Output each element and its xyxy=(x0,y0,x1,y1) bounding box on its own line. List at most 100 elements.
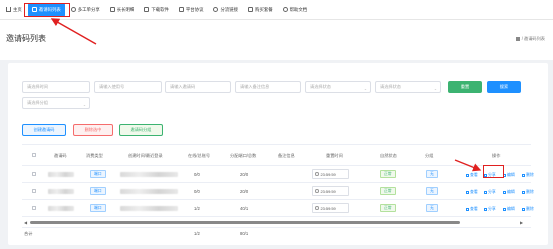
column-header: 备注信息 xyxy=(278,153,295,158)
nav-label: 分流链接 xyxy=(220,6,239,12)
created-time-value xyxy=(120,189,178,194)
highlight-box xyxy=(24,3,70,17)
share-action[interactable]: 分享 xyxy=(484,189,496,195)
filter-status[interactable]: 请选择状态 ⌄ xyxy=(305,81,371,93)
view-action[interactable]: 查看 xyxy=(466,206,478,212)
horizontal-scrollbar[interactable] xyxy=(30,221,460,224)
column-header: 分配端口/总数 xyxy=(230,153,257,158)
online-count: 1/2 xyxy=(194,206,200,211)
select-all-checkbox[interactable] xyxy=(32,153,36,157)
invite-code-value xyxy=(48,206,74,211)
type-tag: 端口 xyxy=(90,170,106,178)
filter-placeholder: 请选择时间 xyxy=(27,84,48,89)
ports-count: 20/0 xyxy=(240,189,249,194)
search-button[interactable]: 搜索 xyxy=(487,81,521,93)
delete-selected-button[interactable]: 删除选中 xyxy=(73,124,113,136)
chevron-down-icon: ⌄ xyxy=(433,86,437,91)
filter-placeholder: 请选择状态 xyxy=(310,84,331,89)
clock-icon xyxy=(315,206,319,210)
filter-group[interactable]: 请选择分组 ⌄ xyxy=(22,97,90,109)
nav-item-share[interactable]: 多工单分享 xyxy=(67,3,104,17)
filter-user[interactable]: 请输入使用号 xyxy=(94,81,162,93)
edit-action[interactable]: 编辑 xyxy=(503,189,515,195)
type-tag: 端口 xyxy=(90,204,106,212)
create-label: 创建邀请码 xyxy=(33,127,55,132)
nav-item-help[interactable]: 帮助文档 xyxy=(279,3,312,17)
action-label: 查看 xyxy=(470,206,478,211)
nav-item-home[interactable]: 主页 xyxy=(2,3,26,17)
home-icon xyxy=(6,7,11,12)
online-count: 0/0 xyxy=(194,172,200,177)
share-action[interactable]: 分享 xyxy=(484,206,496,212)
filter-status-2[interactable]: 请选择状态 ⌄ xyxy=(375,81,441,93)
delete-action[interactable]: 删除 xyxy=(522,206,534,212)
view-icon xyxy=(466,207,469,211)
reset-time-picker[interactable]: 23:59:59 xyxy=(312,169,349,179)
nav-label: 帮助文档 xyxy=(289,6,308,12)
reset-button[interactable]: 重置 xyxy=(448,81,482,93)
scroll-right-arrow[interactable]: ▶ xyxy=(520,220,523,225)
nav-item-details[interactable]: 长长明细 xyxy=(106,3,139,17)
top-nav: 主页 邀请码列表 多工单分享 长长明细 下载软件 平台协议 分流链接 购买套餐 … xyxy=(0,0,553,20)
table-row[interactable]: 端口 0/0 20/0 23:59:59 正常 无 查看 分享 编辑 删除 xyxy=(22,166,534,183)
scroll-left-arrow[interactable]: ◀ xyxy=(24,220,27,225)
filter-placeholder: 请输入邀请码 xyxy=(170,84,196,89)
reset-time: 23:59:59 xyxy=(320,171,336,177)
link-icon xyxy=(213,7,219,12)
row-checkbox[interactable] xyxy=(32,189,36,193)
action-label: 查看 xyxy=(470,172,478,177)
type-tag: 端口 xyxy=(90,187,106,195)
clock-icon xyxy=(315,189,319,193)
view-action[interactable]: 查看 xyxy=(466,172,478,178)
share-icon xyxy=(484,190,487,194)
create-code-button[interactable]: 创建邀请码 xyxy=(22,124,66,136)
edit-action[interactable]: 编辑 xyxy=(503,172,515,178)
action-label: 编辑 xyxy=(507,189,515,194)
group-tag: 无 xyxy=(426,187,438,195)
chevron-down-icon: ⌄ xyxy=(82,102,86,107)
column-header: 重置时间 xyxy=(326,153,343,158)
column-header: 邀请码 xyxy=(54,153,67,158)
summary-ports: 80/1 xyxy=(240,231,249,236)
summary-online: 1/2 xyxy=(194,231,200,236)
table-row[interactable]: 端口 1/2 40/1 23:59:59 正常 无 查看 分享 编辑 删除 xyxy=(22,200,534,217)
row-checkbox[interactable] xyxy=(32,172,36,176)
edit-action[interactable]: 编辑 xyxy=(503,206,515,212)
filter-time[interactable]: 请选择时间 xyxy=(22,81,90,93)
home-icon[interactable] xyxy=(515,37,520,41)
status-tag: 正常 xyxy=(380,170,396,178)
clock-icon xyxy=(315,172,319,176)
reset-time-picker[interactable]: 23:59:59 xyxy=(312,203,349,213)
nav-item-links[interactable]: 分流链接 xyxy=(209,3,242,17)
list-icon xyxy=(109,7,115,12)
summary-label: 合计 xyxy=(24,231,33,236)
delete-action[interactable]: 删除 xyxy=(522,189,534,195)
invite-code-value xyxy=(48,189,74,194)
reset-time-picker[interactable]: 23:59:59 xyxy=(312,186,349,196)
reset-time: 23:59:59 xyxy=(320,188,336,194)
share-icon xyxy=(484,207,487,211)
delete-icon xyxy=(522,207,525,211)
filter-code[interactable]: 请输入邀请码 xyxy=(165,81,231,93)
breadcrumb: / 邀请码列表 xyxy=(515,36,545,42)
ports-count: 20/0 xyxy=(240,172,249,177)
table-row[interactable]: 端口 0/0 20/0 23:59:59 正常 无 查看 分享 编辑 删除 xyxy=(22,183,534,200)
view-icon xyxy=(466,190,469,194)
view-action[interactable]: 查看 xyxy=(466,189,478,195)
nav-item-buy[interactable]: 购买套餐 xyxy=(244,3,277,17)
reset-label: 重置 xyxy=(460,84,470,89)
nav-label: 长长明细 xyxy=(116,6,135,12)
action-label: 编辑 xyxy=(507,172,515,177)
breadcrumb-text: / 邀请码列表 xyxy=(521,36,545,41)
code-group-button[interactable]: 邀请码分组 xyxy=(119,124,163,136)
action-label: 删除 xyxy=(526,206,534,211)
nav-item-download[interactable]: 下载软件 xyxy=(140,3,173,17)
filter-remark[interactable]: 请输入备注信息 xyxy=(235,81,301,93)
row-checkbox[interactable] xyxy=(32,206,36,210)
nav-item-protocol[interactable]: 平台协议 xyxy=(175,3,208,17)
chevron-down-icon: ⌄ xyxy=(363,86,367,91)
page-header xyxy=(0,20,553,60)
delete-action[interactable]: 删除 xyxy=(522,172,534,178)
filter-placeholder: 请输入使用号 xyxy=(99,84,125,89)
edit-icon xyxy=(503,207,506,211)
